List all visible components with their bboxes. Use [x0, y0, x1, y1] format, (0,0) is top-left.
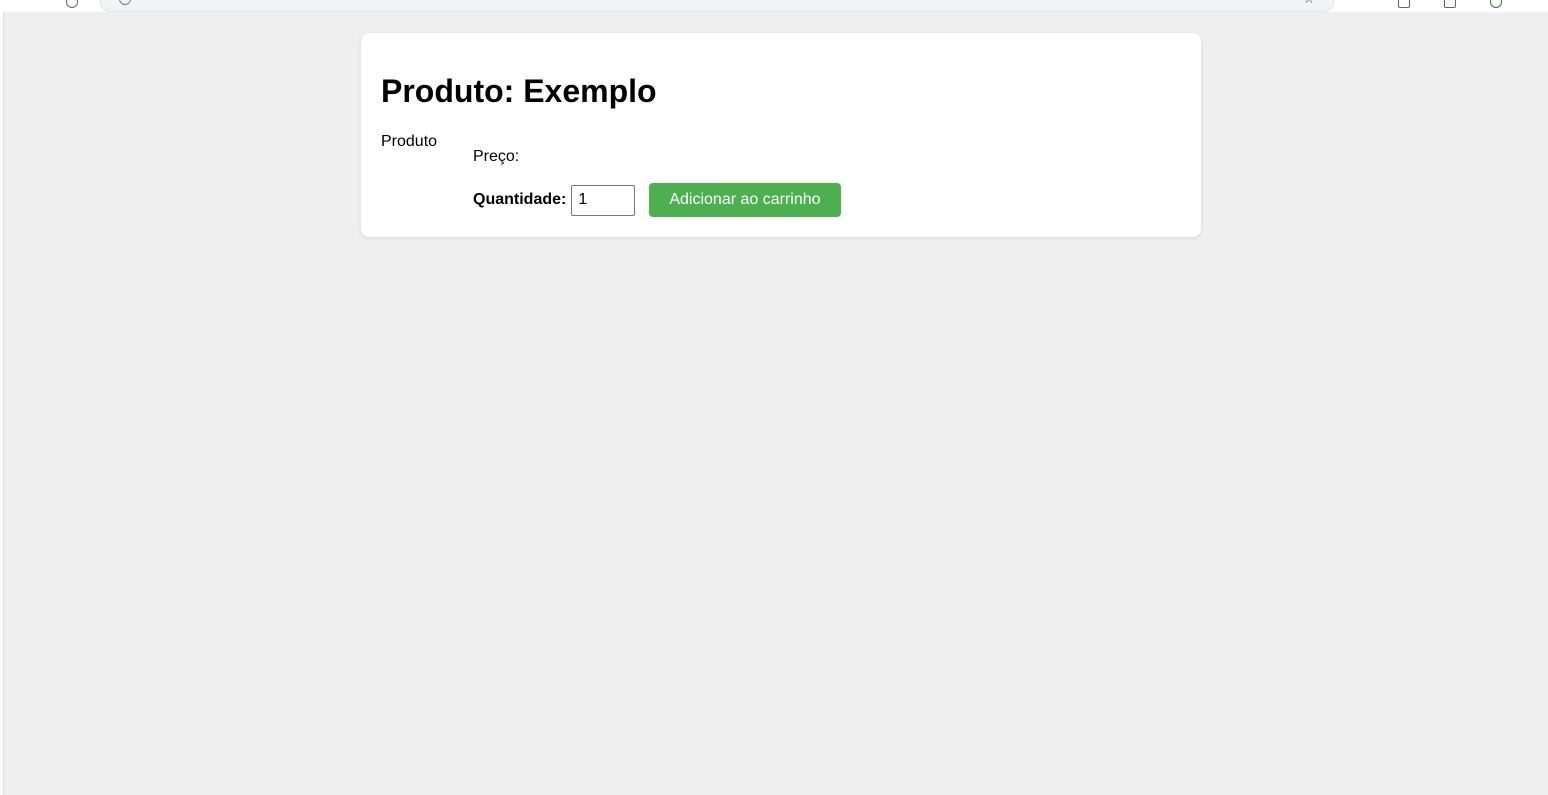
- extensions-icon[interactable]: [1398, 0, 1410, 8]
- quantity-label: Quantidade:: [473, 191, 567, 208]
- page-viewport: Produto: Exemplo Produto Preço: Quantida…: [3, 12, 1548, 795]
- page-title: Produto: Exemplo: [381, 73, 657, 109]
- quantity-row: Quantidade: Adicionar ao carrinho: [473, 183, 841, 217]
- product-image: Produto: [381, 132, 437, 151]
- product-image-alt: Produto: [381, 133, 438, 150]
- quantity-input[interactable]: [571, 184, 636, 216]
- info-icon[interactable]: [119, 0, 131, 5]
- address-bar[interactable]: ☆: [100, 0, 1334, 12]
- price-label: Preço:: [473, 148, 520, 165]
- star-icon[interactable]: ☆: [1302, 0, 1315, 5]
- reload-icon[interactable]: [66, 0, 78, 8]
- price-row: Preço:: [473, 148, 519, 166]
- add-to-cart-button[interactable]: Adicionar ao carrinho: [649, 183, 841, 217]
- profile-icon[interactable]: [1490, 0, 1502, 8]
- product-card: Produto: Exemplo Produto Preço: Quantida…: [361, 33, 1201, 237]
- tab-icon[interactable]: [1444, 0, 1456, 8]
- browser-toolbar: ☆: [0, 0, 1548, 12]
